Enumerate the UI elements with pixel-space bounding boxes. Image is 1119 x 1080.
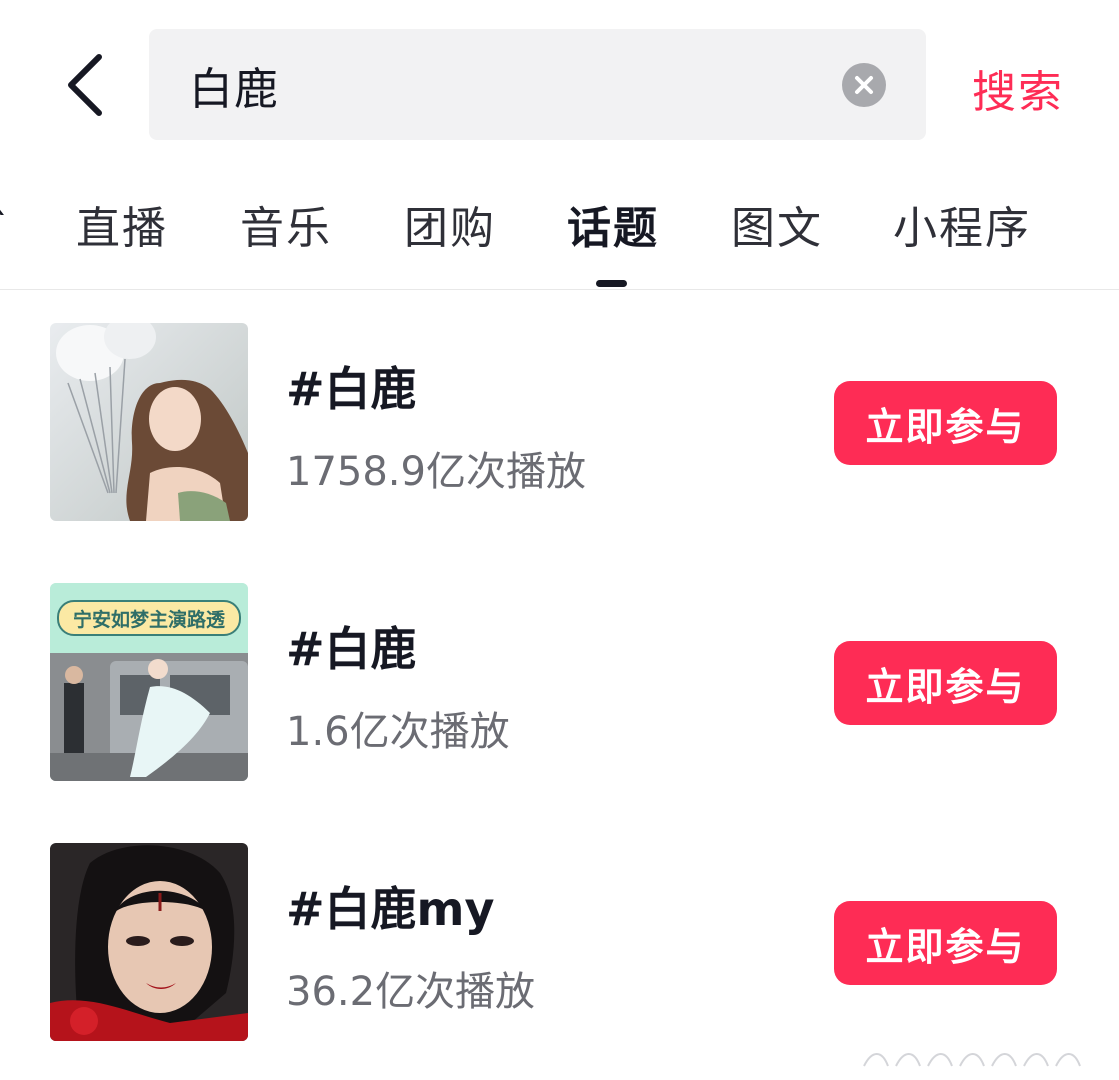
topic-title: #白鹿 [286,362,417,416]
tab-music[interactable]: 音乐 [240,192,332,256]
tab-live[interactable]: 直播 [76,192,168,256]
tab-bar: ` 直播 音乐 团购 话题 图文 小程序 [0,180,1119,290]
clear-circle-icon [855,75,873,94]
back-button[interactable] [55,50,115,120]
topic-result-row[interactable]: 宁安如梦主演路透 #白鹿 1.6亿次播放 立即参与 [0,583,1119,783]
tab-topics[interactable]: 话题 [567,192,659,256]
tab-image-text[interactable]: 图文 [731,192,823,256]
thumbnail-caption: 宁安如梦主演路透 [72,608,225,631]
search-box[interactable]: 白鹿 [149,29,926,140]
chevron-left-icon [68,54,102,116]
join-topic-button[interactable]: 立即参与 [834,641,1057,725]
topic-result-row[interactable]: #白鹿 1758.9亿次播放 立即参与 [0,323,1119,523]
watermark-logo [863,1053,1081,1067]
search-button[interactable]: 搜索 [972,56,1064,120]
topic-title: #白鹿my [286,882,495,936]
active-tab-indicator [596,280,627,287]
topic-play-count: 36.2亿次播放 [286,969,536,1015]
tab-overflow-edge: ` [0,202,12,253]
join-topic-button[interactable]: 立即参与 [834,381,1057,465]
topic-thumbnail [50,843,248,1041]
topic-play-count: 1758.9亿次播放 [286,449,586,495]
topic-play-count: 1.6亿次播放 [286,709,510,755]
tab-mini-programs[interactable]: 小程序 [893,192,1031,256]
clear-search-button[interactable] [842,62,886,107]
topic-thumbnail [50,323,248,521]
tab-group-buy[interactable]: 团购 [404,192,496,256]
topic-title: #白鹿 [286,622,417,676]
search-input[interactable]: 白鹿 [189,53,279,117]
join-topic-button[interactable]: 立即参与 [834,901,1057,985]
topic-result-row[interactable]: #白鹿my 36.2亿次播放 立即参与 [0,843,1119,1043]
topic-thumbnail: 宁安如梦主演路透 [50,583,248,781]
